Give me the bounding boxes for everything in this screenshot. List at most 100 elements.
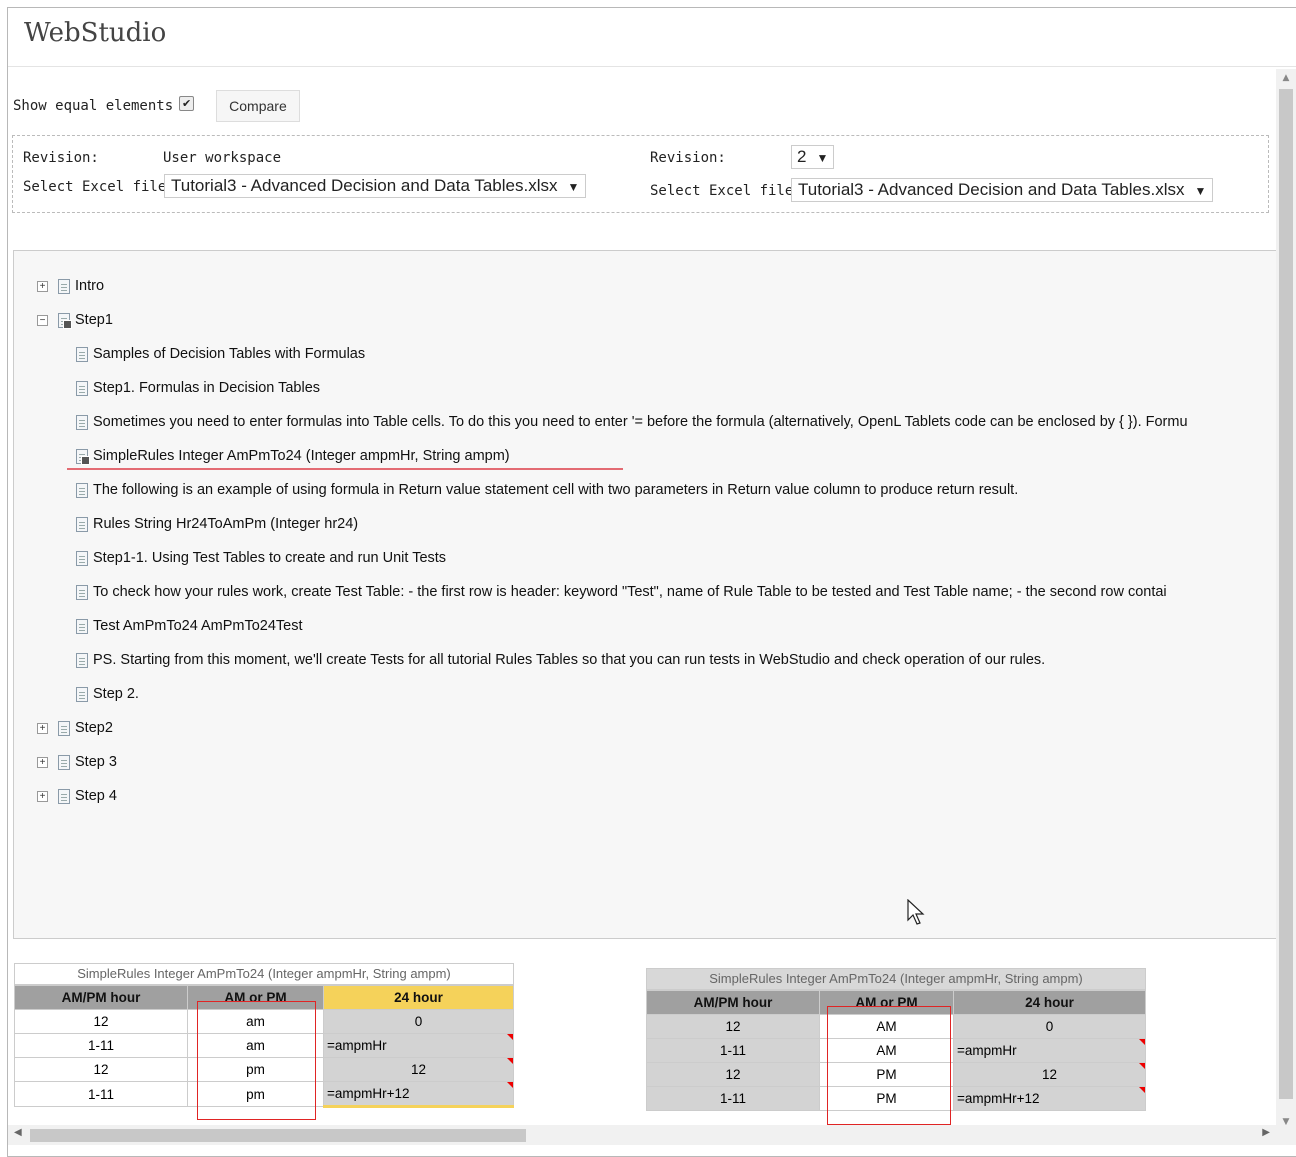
right-revision-value: 2 <box>797 147 807 166</box>
vertical-scroll-thumb[interactable] <box>1279 89 1293 1099</box>
right-revision-select[interactable]: 2 ▼ <box>791 145 835 169</box>
right-header-24-hour: 24 hour <box>953 990 1146 1015</box>
right-file-select[interactable]: Tutorial3 - Advanced Decision and Data T… <box>791 178 1214 202</box>
tree-node-label: Step 2. <box>93 686 139 702</box>
show-equal-checkbox[interactable]: ✔ <box>179 95 195 111</box>
table-cell[interactable]: 0 <box>323 1009 514 1034</box>
left-file-value: Tutorial3 - Advanced Decision and Data T… <box>171 176 558 195</box>
document-icon <box>76 516 88 532</box>
expand-icon[interactable]: + <box>37 280 48 292</box>
scroll-up-icon[interactable]: ▲ <box>1276 73 1296 83</box>
tree-node-following[interactable]: The following is an example of using for… <box>76 479 1018 501</box>
document-icon <box>76 550 88 566</box>
tree-node-label: Sometimes you need to enter formulas int… <box>93 414 1188 430</box>
comparison-tree: + Intro − Step1 Samples of Decision Tables… <box>13 250 1276 939</box>
table-cell[interactable]: 12 <box>953 1062 1146 1087</box>
table-cell[interactable]: 0 <box>953 1014 1146 1039</box>
tree-node-step1-formulas[interactable]: Step1. Formulas in Decision Tables <box>76 377 320 399</box>
document-icon <box>58 754 70 770</box>
document-icon <box>58 720 70 736</box>
table-cell[interactable]: 12 <box>646 1062 820 1087</box>
document-icon <box>76 584 88 600</box>
tree-node-step1[interactable]: − Step1 <box>37 309 113 331</box>
tree-node-sometimes[interactable]: Sometimes you need to enter formulas int… <box>76 411 1188 433</box>
tree-node-step2[interactable]: + Step2 <box>37 717 113 739</box>
table-cell[interactable]: =ampmHr <box>323 1033 514 1058</box>
chevron-down-icon: ▼ <box>567 180 580 194</box>
table-cell[interactable]: 1-11 <box>646 1038 820 1063</box>
document-icon <box>76 686 88 702</box>
tree-node-to-check[interactable]: To check how your rules work, create Tes… <box>76 581 1167 603</box>
left-highlight-box <box>197 1001 316 1120</box>
selected-node-underline <box>67 468 623 470</box>
vertical-scrollbar[interactable]: ▲ ▼ <box>1276 69 1296 1131</box>
tree-node-label: Step1 <box>75 312 113 328</box>
left-file-select[interactable]: Tutorial3 - Advanced Decision and Data T… <box>164 174 587 198</box>
horizontal-scroll-thumb[interactable] <box>30 1129 526 1142</box>
scroll-right-icon[interactable]: ▶ <box>1262 1127 1270 1138</box>
table-cell[interactable]: 1-11 <box>14 1081 188 1107</box>
left-revision-value: User workspace <box>163 150 282 166</box>
tree-node-label: Step2 <box>75 720 113 736</box>
table-cell[interactable]: 1-11 <box>14 1033 188 1058</box>
left-file-label: Select Excel file: <box>23 179 175 195</box>
expand-icon[interactable]: + <box>37 722 48 734</box>
table-cell[interactable]: 12 <box>323 1057 514 1082</box>
document-icon <box>76 618 88 634</box>
mouse-cursor-icon <box>907 899 925 925</box>
chevron-down-icon: ▼ <box>816 151 829 165</box>
tree-node-label: SimpleRules Integer AmPmTo24 (Integer am… <box>93 448 510 464</box>
tree-node-label: Step1-1. Using Test Tables to create and… <box>93 550 447 566</box>
compare-toolbar: Show equal elements ✔ Compare <box>13 90 300 122</box>
tree-node-step1-1[interactable]: Step1-1. Using Test Tables to create and… <box>76 547 446 569</box>
tree-node-step4[interactable]: + Step 4 <box>37 785 117 807</box>
tree-node-ps[interactable]: PS. Starting from this moment, we'll cre… <box>76 649 1045 671</box>
scroll-corner <box>1276 1125 1296 1145</box>
tree-node-samples[interactable]: Samples of Decision Tables with Formulas <box>76 343 365 365</box>
chevron-down-icon: ▼ <box>1194 184 1207 198</box>
right-highlight-box <box>827 1006 951 1125</box>
table-cell[interactable]: =ampmHr <box>953 1038 1146 1063</box>
tree-node-label: Rules String Hr24ToAmPm (Integer hr24) <box>93 516 359 532</box>
table-cell[interactable]: 12 <box>646 1014 820 1039</box>
tree-node-label: Test AmPmTo24 AmPmTo24Test <box>93 618 303 634</box>
table-cell[interactable]: 1-11 <box>646 1086 820 1111</box>
table-cell[interactable]: =ampmHr+12 <box>953 1086 1146 1111</box>
scroll-left-icon[interactable]: ◀ <box>14 1127 22 1138</box>
document-icon <box>58 278 70 294</box>
tree-node-label: Intro <box>75 278 105 294</box>
show-equal-label: Show equal elements <box>13 98 174 114</box>
expand-icon[interactable]: + <box>37 756 48 768</box>
table-cell[interactable]: =ampmHr+12 <box>323 1081 514 1108</box>
right-rules-table: SimpleRules Integer AmPmTo24 (Integer am… <box>646 968 1146 1111</box>
document-icon <box>76 482 88 498</box>
document-icon <box>76 652 88 668</box>
tree-node-label: To check how your rules work, create Tes… <box>93 584 1167 600</box>
compare-button[interactable]: Compare <box>216 90 300 122</box>
document-icon <box>76 346 88 362</box>
table-document-icon <box>58 312 72 329</box>
tree-node-rules-hr24[interactable]: Rules String Hr24ToAmPm (Integer hr24) <box>76 513 358 535</box>
tree-node-test[interactable]: Test AmPmTo24 AmPmTo24Test <box>76 615 303 637</box>
horizontal-scrollbar[interactable]: ◀ ▶ <box>8 1125 1276 1145</box>
table-cell[interactable]: 12 <box>14 1009 188 1034</box>
collapse-icon[interactable]: − <box>37 314 48 326</box>
tree-node-simplerules[interactable]: SimpleRules Integer AmPmTo24 (Integer am… <box>76 445 510 467</box>
tree-node-label: Step 4 <box>75 788 117 804</box>
table-cell[interactable]: 12 <box>14 1057 188 1082</box>
right-header-ampm-hour: AM/PM hour <box>646 990 820 1015</box>
tree-node-label: PS. Starting from this moment, we'll cre… <box>93 652 1046 668</box>
left-revision-label: Revision: <box>23 150 99 166</box>
document-icon <box>76 414 88 430</box>
tree-node-step3[interactable]: + Step 3 <box>37 751 117 773</box>
tree-node-step-2-dot[interactable]: Step 2. <box>76 683 139 705</box>
tree-node-label: Step1. Formulas in Decision Tables <box>93 380 321 396</box>
title-divider <box>8 66 1296 67</box>
revision-selector-panel: Revision: User workspace Select Excel fi… <box>12 135 1269 213</box>
tree-node-label: Samples of Decision Tables with Formulas <box>93 346 366 362</box>
app-title: WebStudio <box>24 18 167 48</box>
document-icon <box>58 788 70 804</box>
webstudio-window: WebStudio Show equal elements ✔ Compare … <box>7 7 1296 1157</box>
tree-node-intro[interactable]: + Intro <box>37 275 104 297</box>
expand-icon[interactable]: + <box>37 790 48 802</box>
